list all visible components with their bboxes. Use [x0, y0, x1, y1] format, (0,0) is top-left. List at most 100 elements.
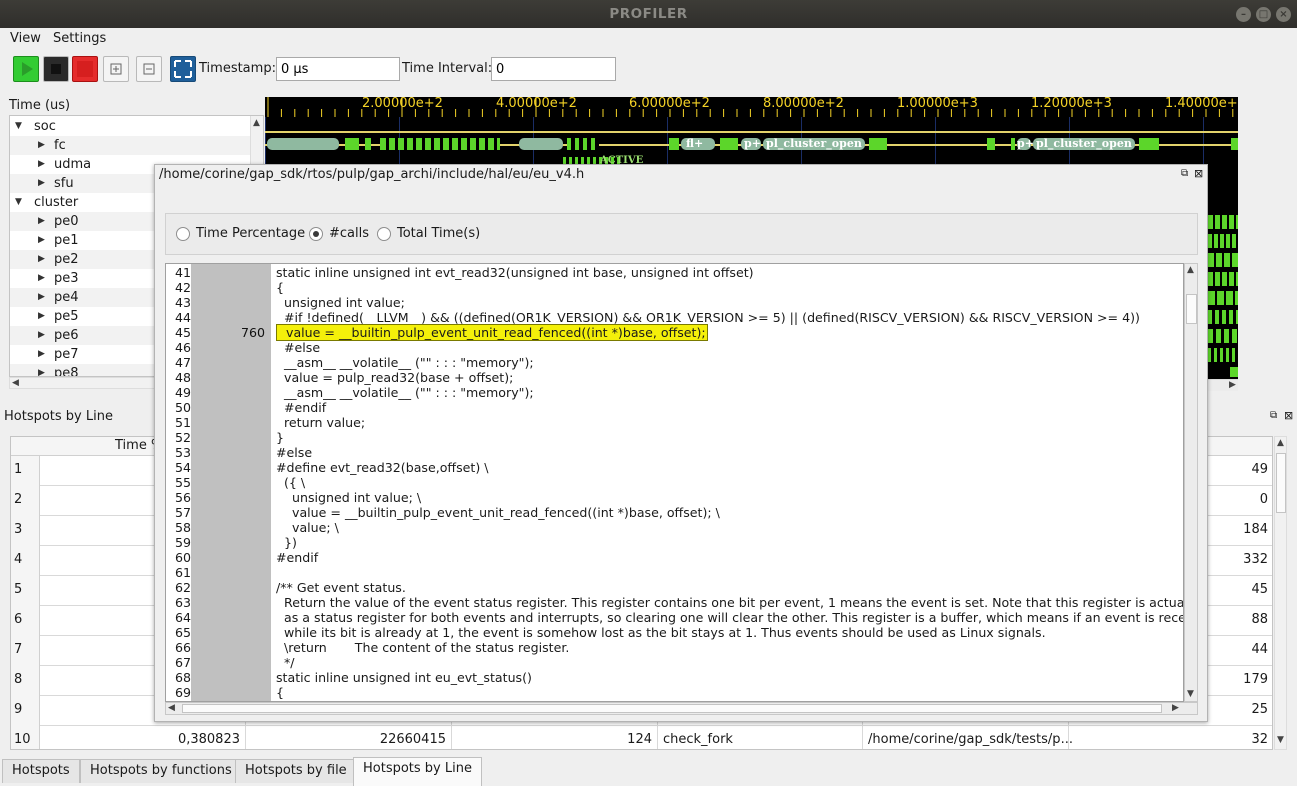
line-number: 60: [175, 550, 192, 565]
play-icon: [22, 62, 33, 76]
expand-icon[interactable]: ▶: [38, 231, 45, 250]
event-block[interactable]: [1208, 272, 1238, 286]
hotspots-panel-title: Hotspots by Line: [4, 409, 113, 424]
tree-item-label: pe1: [54, 233, 79, 248]
tree-item-label: sfu: [54, 176, 74, 191]
expand-icon[interactable]: ▶: [38, 269, 45, 288]
scroll-right-icon[interactable]: ▶: [1229, 380, 1236, 390]
tree-item-soc[interactable]: ▼ soc: [10, 117, 252, 136]
scroll-down-icon[interactable]: ▼: [1277, 735, 1284, 745]
event-block[interactable]: [1208, 310, 1238, 324]
line-number: 52: [175, 430, 192, 445]
line-number: 47: [175, 355, 192, 370]
tree-item-fc[interactable]: ▶ fc: [10, 136, 252, 155]
line-number: 44: [175, 310, 192, 325]
scrollbar-thumb[interactable]: [182, 704, 1162, 713]
expand-icon[interactable]: ▶: [38, 326, 45, 345]
expand-icon[interactable]: ▶: [38, 345, 45, 364]
event-block[interactable]: [1208, 291, 1238, 305]
radio-time-percentage-label[interactable]: Time Percentage: [196, 226, 305, 241]
close-panel-icon[interactable]: ⊠: [1284, 409, 1293, 422]
source-code-view[interactable]: 41 static inline unsigned int evt_read32(…: [165, 263, 1184, 702]
event-block[interactable]: [987, 138, 995, 150]
event-block[interactable]: [519, 138, 563, 150]
menu-view[interactable]: View: [10, 31, 41, 46]
hit-count: 760: [240, 325, 265, 340]
table-vertical-scrollbar[interactable]: ▲ ▼: [1274, 436, 1287, 750]
tab-hotspots-by-line[interactable]: Hotspots by Line: [353, 757, 482, 786]
scroll-left-icon[interactable]: ◀: [168, 703, 175, 713]
event-block[interactable]: [669, 138, 679, 150]
event-block[interactable]: [1208, 329, 1238, 343]
scroll-up-icon[interactable]: ▲: [1187, 265, 1194, 275]
play-button[interactable]: [13, 56, 39, 82]
expand-icon[interactable]: ▶: [38, 288, 45, 307]
radio-time-percentage[interactable]: [176, 227, 190, 241]
tab-hotspots-by-functions[interactable]: Hotspots by functions: [80, 759, 242, 783]
float-dialog-icon[interactable]: ⧉: [1181, 168, 1188, 179]
event-block[interactable]: [1011, 138, 1015, 150]
row-number: 7: [11, 636, 40, 666]
radio-calls[interactable]: [309, 227, 323, 241]
menu-settings[interactable]: Settings: [53, 31, 106, 46]
code-vertical-scrollbar[interactable]: ▲ ▼: [1184, 263, 1198, 702]
scrollbar-thumb[interactable]: [1276, 453, 1286, 513]
event-block[interactable]: [1139, 138, 1159, 150]
close-dialog-icon[interactable]: ⊠: [1194, 167, 1203, 180]
event-block[interactable]: [1230, 367, 1238, 377]
expand-icon[interactable]: ▶: [38, 155, 45, 174]
fit-view-button[interactable]: [170, 56, 196, 82]
radio-calls-label[interactable]: #calls: [329, 226, 369, 241]
line-number: 53: [175, 445, 192, 460]
maximize-icon[interactable]: □: [1256, 7, 1271, 22]
time-interval-input[interactable]: [491, 57, 616, 81]
zoom-in-button[interactable]: [103, 56, 129, 82]
minimize-icon[interactable]: –: [1236, 7, 1251, 22]
expand-icon[interactable]: ▶: [38, 212, 45, 231]
code-horizontal-scrollbar[interactable]: ◀ ▶: [165, 702, 1198, 715]
collapse-icon[interactable]: ▼: [15, 117, 22, 136]
event-block[interactable]: [567, 138, 599, 150]
event-block[interactable]: [380, 138, 500, 150]
event-label: fl+: [686, 137, 704, 150]
row-number: 6: [11, 606, 40, 636]
tick-label: 8.00000e+2: [763, 97, 844, 111]
event-block[interactable]: [1208, 215, 1238, 229]
zoom-out-button[interactable]: [136, 56, 162, 82]
close-icon[interactable]: ×: [1276, 7, 1291, 22]
event-block[interactable]: [1208, 253, 1238, 267]
collapse-icon[interactable]: ▼: [15, 193, 22, 212]
table-row[interactable]: 10 0,380823 22660415 124 check_fork/home/cor…: [11, 726, 1272, 749]
scroll-up-icon[interactable]: ▲: [253, 118, 260, 128]
event-block[interactable]: [1231, 138, 1238, 150]
tab-hotspots[interactable]: Hotspots: [2, 759, 80, 783]
event-block[interactable]: [869, 138, 887, 150]
code-line: unsigned int value;: [276, 295, 405, 310]
expand-icon[interactable]: ▶: [38, 174, 45, 193]
event-block[interactable]: [1208, 234, 1238, 248]
tree-item-label: pe2: [54, 252, 79, 267]
event-block[interactable]: [345, 138, 359, 150]
radio-total-time[interactable]: [377, 227, 391, 241]
scroll-down-icon[interactable]: ▼: [1187, 689, 1194, 699]
event-block[interactable]: [1208, 348, 1238, 362]
expand-icon[interactable]: ▶: [38, 250, 45, 269]
event-block[interactable]: [365, 138, 371, 150]
expand-icon[interactable]: ▶: [38, 307, 45, 326]
radio-total-time-label[interactable]: Total Time(s): [397, 226, 480, 241]
scroll-right-icon[interactable]: ▶: [1172, 703, 1179, 713]
tree-item-label: pe7: [54, 347, 79, 362]
tab-hotspots-by-file[interactable]: Hotspots by file: [235, 759, 357, 783]
event-block[interactable]: [720, 138, 738, 150]
scroll-left-icon[interactable]: ◀: [12, 378, 19, 388]
timestamp-input[interactable]: [276, 57, 400, 81]
line-number: 66: [175, 640, 192, 655]
expand-icon[interactable]: ▶: [38, 136, 45, 155]
scrollbar-thumb[interactable]: [1186, 294, 1197, 324]
expand-icon[interactable]: ▶: [38, 364, 45, 376]
stop-button[interactable]: [72, 56, 98, 82]
pause-button[interactable]: [43, 56, 69, 82]
event-block[interactable]: [267, 138, 339, 150]
float-panel-icon[interactable]: ⧉: [1270, 410, 1277, 421]
scroll-up-icon[interactable]: ▲: [1277, 438, 1284, 448]
